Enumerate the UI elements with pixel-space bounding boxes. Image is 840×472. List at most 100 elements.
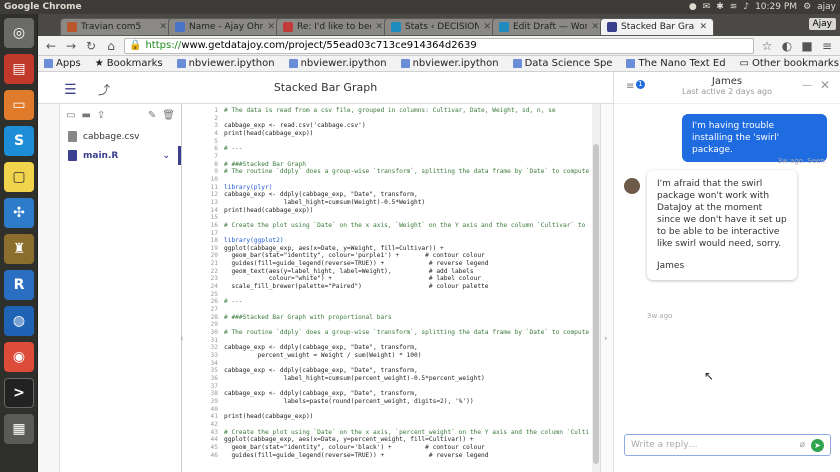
- launcher-workspace-icon[interactable]: ▦: [4, 414, 34, 444]
- code-line[interactable]: cabbage_exp <- ddply(cabbage_exp, "Date"…: [224, 344, 592, 352]
- code-line[interactable]: [224, 138, 592, 146]
- editor-scrollbar[interactable]: [592, 104, 600, 472]
- star-icon[interactable]: ☆: [760, 39, 774, 53]
- tab-gmail[interactable]: Re: I'd like to becom ✕: [276, 18, 390, 36]
- wifi-icon[interactable]: ≋: [730, 2, 738, 12]
- new-folder-icon[interactable]: ▬: [81, 110, 90, 121]
- code-line[interactable]: [224, 306, 592, 314]
- close-tab-icon[interactable]: ✕: [699, 22, 707, 32]
- file-item-selected[interactable]: main.R ⌄: [60, 146, 181, 165]
- launcher-spiral-icon[interactable]: ◍: [4, 306, 34, 336]
- collapse-panel-icon[interactable]: ‹: [180, 334, 184, 344]
- file-item[interactable]: cabbage.csv: [60, 127, 181, 146]
- code-line[interactable]: [224, 214, 592, 222]
- code-line[interactable]: # ---: [224, 298, 592, 306]
- send-icon[interactable]: ➤: [811, 438, 824, 452]
- bookmark-folder[interactable]: ★ Bookmarks: [95, 58, 163, 69]
- code-line[interactable]: cabbage_exp <- read.csv('cabbage.csv'): [224, 122, 592, 130]
- bluetooth-icon[interactable]: ✱: [716, 2, 724, 12]
- code-line[interactable]: geom_bar(stat="identity", colour='black'…: [224, 444, 592, 452]
- code-line[interactable]: # The routine `ddply` does a group-wise …: [224, 329, 592, 337]
- code-line[interactable]: [224, 230, 592, 238]
- code-line[interactable]: [224, 176, 592, 184]
- launcher-r-icon[interactable]: R: [4, 270, 34, 300]
- code-line[interactable]: # Create the plot using `Date` on the x …: [224, 429, 592, 437]
- code-line[interactable]: [224, 321, 592, 329]
- mail-icon[interactable]: ✉: [703, 2, 711, 12]
- bookmark-apps[interactable]: Apps: [44, 58, 81, 69]
- code-line[interactable]: cabbage_exp <- ddply(cabbage_exp, "Date"…: [224, 390, 592, 398]
- reload-icon[interactable]: ↻: [84, 39, 98, 53]
- forward-icon[interactable]: →: [64, 39, 78, 53]
- code-line[interactable]: [224, 406, 592, 414]
- code-line[interactable]: label_hight=cumsum(Weight)-0.5*Weight): [224, 199, 592, 207]
- tab-google-account[interactable]: Name - Ajay Ohri - G✕: [168, 18, 282, 36]
- extension-icon[interactable]: ◐: [780, 39, 794, 53]
- code-line[interactable]: geom_text(aes(y=label_hight, label=Weigh…: [224, 268, 592, 276]
- back-icon[interactable]: ←: [44, 39, 58, 53]
- address-bar[interactable]: 🔒 https:// www.getdatajoy.com/project/55…: [124, 37, 754, 54]
- launcher-terminal-icon[interactable]: >: [4, 378, 34, 408]
- scrollbar-thumb[interactable]: [593, 144, 599, 464]
- code-line[interactable]: colour="white") + # label colour: [224, 275, 592, 283]
- reply-input[interactable]: Write a reply… ⌀ ➤: [624, 434, 831, 456]
- bookmark-item[interactable]: The Nano Text Ed: [626, 58, 726, 69]
- code-line[interactable]: labels=paste(round(percent_weight, digit…: [224, 398, 592, 406]
- code-line[interactable]: # ###Stacked Bar Graph with proportional…: [224, 314, 592, 322]
- sound-icon[interactable]: ♪: [743, 2, 749, 12]
- code-line[interactable]: # ---: [224, 145, 592, 153]
- pane-divider[interactable]: ›: [600, 104, 613, 472]
- expand-panel-icon[interactable]: ›: [604, 334, 608, 344]
- close-tab-icon[interactable]: ✕: [483, 22, 491, 32]
- code-content[interactable]: # The data is read from a csv file, grou…: [224, 107, 592, 459]
- code-line[interactable]: scale_fill_brewer(palette="Paired") # co…: [224, 283, 592, 291]
- code-line[interactable]: [224, 115, 592, 123]
- chevron-down-icon[interactable]: ⌄: [162, 151, 170, 161]
- tab-datajoy[interactable]: Stacked Bar Graph - ✕: [600, 18, 714, 36]
- code-line[interactable]: print(head(cabbage_exp)): [224, 413, 592, 421]
- bookmark-item[interactable]: nbviewer.ipython: [400, 58, 499, 69]
- extension-icon[interactable]: ■: [800, 39, 814, 53]
- code-line[interactable]: percent_weight = Weight / sum(Weight) * …: [224, 352, 592, 360]
- code-line[interactable]: [224, 421, 592, 429]
- code-line[interactable]: library(plyr): [224, 184, 592, 192]
- launcher-notes-icon[interactable]: ▢: [4, 162, 34, 192]
- code-line[interactable]: cabbage_exp <- ddply(cabbage_exp, "Date"…: [224, 367, 592, 375]
- bookmark-item[interactable]: nbviewer.ipython: [176, 58, 275, 69]
- launcher-network-icon[interactable]: ✣: [4, 198, 34, 228]
- tab-stats[interactable]: Stats ‹ DECISION STA✕: [384, 18, 498, 36]
- upload-icon[interactable]: ⇪: [97, 110, 105, 121]
- launcher-files-icon[interactable]: ▭: [4, 90, 34, 120]
- code-line[interactable]: # The data is read from a csv file, grou…: [224, 107, 592, 115]
- code-line[interactable]: [224, 360, 592, 368]
- session-user[interactable]: ajay: [817, 2, 836, 12]
- code-line[interactable]: geom_bar(stat="identity", colour='purple…: [224, 252, 592, 260]
- code-line[interactable]: [224, 383, 592, 391]
- attachment-icon[interactable]: ⌀: [800, 440, 805, 450]
- tab-travian[interactable]: Travian com5 ✕: [60, 18, 174, 36]
- launcher-home-icon[interactable]: ◎: [4, 18, 34, 48]
- gear-icon[interactable]: ⚙: [803, 2, 811, 12]
- home-icon[interactable]: ⌂: [104, 39, 118, 53]
- launcher-skype-icon[interactable]: S: [4, 126, 34, 156]
- rename-icon[interactable]: ✎: [148, 110, 156, 121]
- code-editor[interactable]: 1 2 3 4 5 6 7 8 9 10 11 12 13 14 15 16 17 18 19 20 21 22 23 24 2…: [192, 104, 592, 472]
- close-tab-icon[interactable]: ✕: [267, 22, 275, 32]
- bookmark-item[interactable]: nbviewer.ipython: [288, 58, 387, 69]
- code-line[interactable]: library(ggplot2): [224, 237, 592, 245]
- delete-icon[interactable]: 🗑: [162, 110, 175, 121]
- code-line[interactable]: # Create the plot using `Date` on the x …: [224, 222, 592, 230]
- code-line[interactable]: # The routine `ddply` does a group-wise …: [224, 168, 592, 176]
- close-tab-icon[interactable]: ✕: [375, 22, 383, 32]
- launcher-chrome-icon[interactable]: ◉: [4, 342, 34, 372]
- code-line[interactable]: guides(fill=guide_legend(reverse=TRUE)) …: [224, 452, 592, 460]
- close-tab-icon[interactable]: ✕: [591, 22, 599, 32]
- minimize-icon[interactable]: —: [802, 80, 812, 91]
- code-line[interactable]: print(head(cabbage_exp)): [224, 207, 592, 215]
- code-line[interactable]: ggplot(cabbage_exp, aes(x=Date, y=Weight…: [224, 245, 592, 253]
- menu-icon[interactable]: ≡: [820, 39, 834, 53]
- code-line[interactable]: [224, 153, 592, 161]
- code-line[interactable]: cabbage_exp <- ddply(cabbage_exp, "Date"…: [224, 191, 592, 199]
- close-tab-icon[interactable]: ✕: [159, 22, 167, 32]
- code-line[interactable]: [224, 337, 592, 345]
